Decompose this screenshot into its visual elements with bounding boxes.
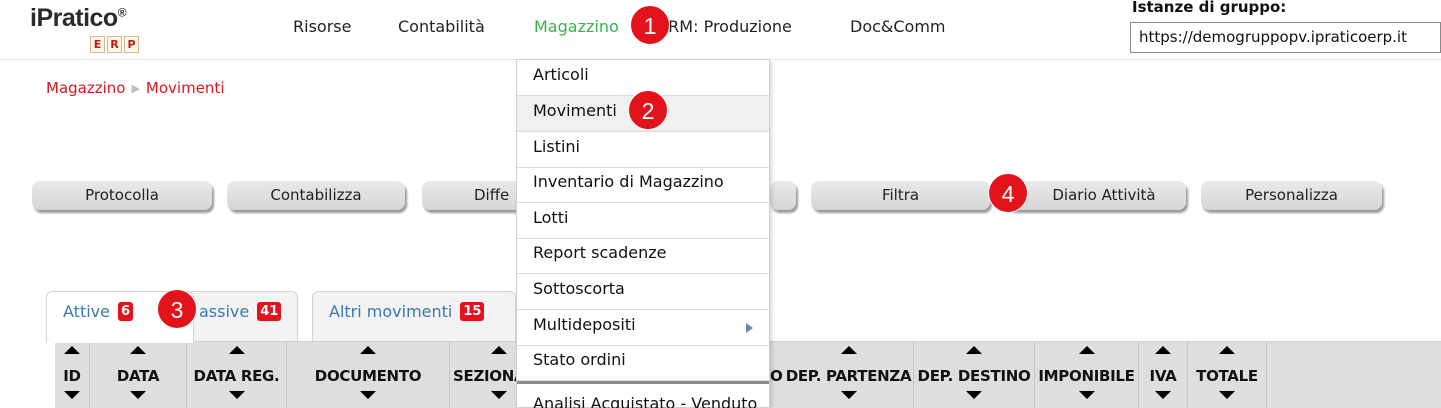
breadcrumb-separator-icon: ▶: [131, 81, 140, 95]
differisci-button[interactable]: Diffe: [422, 181, 522, 210]
sort-ascending-icon[interactable]: [228, 346, 245, 354]
column-iva[interactable]: IVA: [1139, 342, 1188, 408]
column-id[interactable]: ID: [55, 342, 90, 408]
sort-descending-icon[interactable]: [1155, 391, 1171, 399]
breadcrumb-movimenti[interactable]: Movimenti: [146, 79, 225, 97]
hidden-toolbar-button[interactable]: [770, 181, 796, 210]
sort-descending-icon[interactable]: [360, 391, 376, 399]
sort-descending-icon[interactable]: [491, 391, 507, 399]
diario-attivita-button[interactable]: Diario Attività: [1006, 181, 1186, 210]
menu-item-lotti[interactable]: Lotti: [517, 203, 769, 239]
sort-ascending-icon[interactable]: [64, 346, 80, 354]
step-marker-1: 1: [630, 5, 670, 45]
nav-crm-produzione[interactable]: CRM: Produzione: [657, 17, 792, 36]
nav-risorse[interactable]: Risorse: [293, 17, 351, 36]
sort-descending-icon[interactable]: [966, 391, 982, 399]
menu-item-analisi-acquistato-venduto[interactable]: Analisi Acquistato - Venduto: [517, 381, 769, 408]
sort-ascending-icon[interactable]: [840, 346, 857, 354]
sort-ascending-icon[interactable]: [1078, 346, 1095, 354]
column-documento[interactable]: DOCUMENTO: [287, 342, 450, 408]
breadcrumb-magazzino[interactable]: Magazzino: [46, 79, 125, 97]
menu-item-sottoscorta[interactable]: Sottoscorta: [517, 274, 769, 310]
sort-ascending-icon[interactable]: [1219, 346, 1235, 354]
tab-altri-movimenti[interactable]: Altri movimenti 15: [312, 291, 516, 341]
nav-doc-comm[interactable]: Doc&Comm: [850, 17, 946, 36]
menu-item-inventario[interactable]: Inventario di Magazzino: [517, 167, 769, 203]
column-dep-partenza[interactable]: DEP. PARTENZA: [784, 342, 914, 408]
sort-descending-icon[interactable]: [1219, 391, 1235, 399]
column-imponibile[interactable]: IMPONIBILE: [1035, 342, 1139, 408]
top-navigation-bar: iPratico® E R P Risorse Contabilità Maga…: [0, 0, 1441, 60]
step-marker-3: 3: [157, 289, 197, 329]
sort-ascending-icon[interactable]: [1155, 346, 1171, 354]
tab-passive-count-badge: 41: [257, 302, 282, 321]
group-instances-select[interactable]: https://demogruppopv.ipraticoerp.it: [1130, 22, 1441, 53]
sort-descending-icon[interactable]: [228, 391, 245, 399]
menu-item-report-scadenze[interactable]: Report scadenze: [517, 238, 769, 274]
filtra-button[interactable]: Filtra: [811, 181, 990, 210]
logo-wordmark: iPratico®: [30, 4, 127, 32]
menu-item-stato-ordini[interactable]: Stato ordini: [517, 345, 769, 381]
sort-ascending-icon[interactable]: [491, 346, 507, 354]
column-data[interactable]: DATA: [90, 342, 187, 408]
menu-item-listini[interactable]: Listini: [517, 132, 769, 168]
tab-passive-label: assive: [199, 302, 250, 321]
contabilizza-button[interactable]: Contabilizza: [227, 181, 405, 210]
ipratico-logo[interactable]: iPratico® E R P: [30, 4, 160, 58]
group-instances-label: Istanze di gruppo:: [1132, 0, 1287, 16]
column-data-reg[interactable]: DATA REG.: [187, 342, 287, 408]
breadcrumb: Magazzino ▶ Movimenti: [46, 79, 224, 97]
sort-descending-icon[interactable]: [64, 391, 80, 399]
menu-item-multidepositi-label: Multidepositi: [533, 315, 636, 334]
menu-item-multidepositi[interactable]: Multidepositi: [517, 310, 769, 346]
tab-altri-movimenti-label: Altri movimenti: [329, 302, 453, 321]
step-marker-4: 4: [988, 173, 1028, 213]
step-marker-2: 2: [628, 90, 668, 130]
sort-ascending-icon[interactable]: [966, 346, 982, 354]
protocolla-button[interactable]: Protocolla: [32, 181, 212, 210]
sort-descending-icon[interactable]: [130, 391, 146, 399]
sort-ascending-icon[interactable]: [360, 346, 376, 354]
nav-contabilita[interactable]: Contabilità: [398, 17, 485, 36]
column-dep-destino[interactable]: DEP. DESTINO: [914, 342, 1035, 408]
personalizza-button[interactable]: Personalizza: [1201, 181, 1382, 210]
submenu-arrow-icon: [746, 323, 753, 333]
nav-magazzino[interactable]: Magazzino: [534, 17, 619, 36]
sort-ascending-icon[interactable]: [130, 346, 146, 354]
logo-erp-tiles: E R P: [90, 36, 139, 53]
tab-altri-movimenti-count-badge: 15: [460, 302, 485, 321]
tab-attive-label: Attive: [63, 302, 110, 321]
sort-descending-icon[interactable]: [1078, 391, 1095, 399]
column-totale[interactable]: TOTALE: [1188, 342, 1267, 408]
sort-descending-icon[interactable]: [840, 391, 857, 399]
tab-attive-count-badge: 6: [117, 302, 134, 321]
